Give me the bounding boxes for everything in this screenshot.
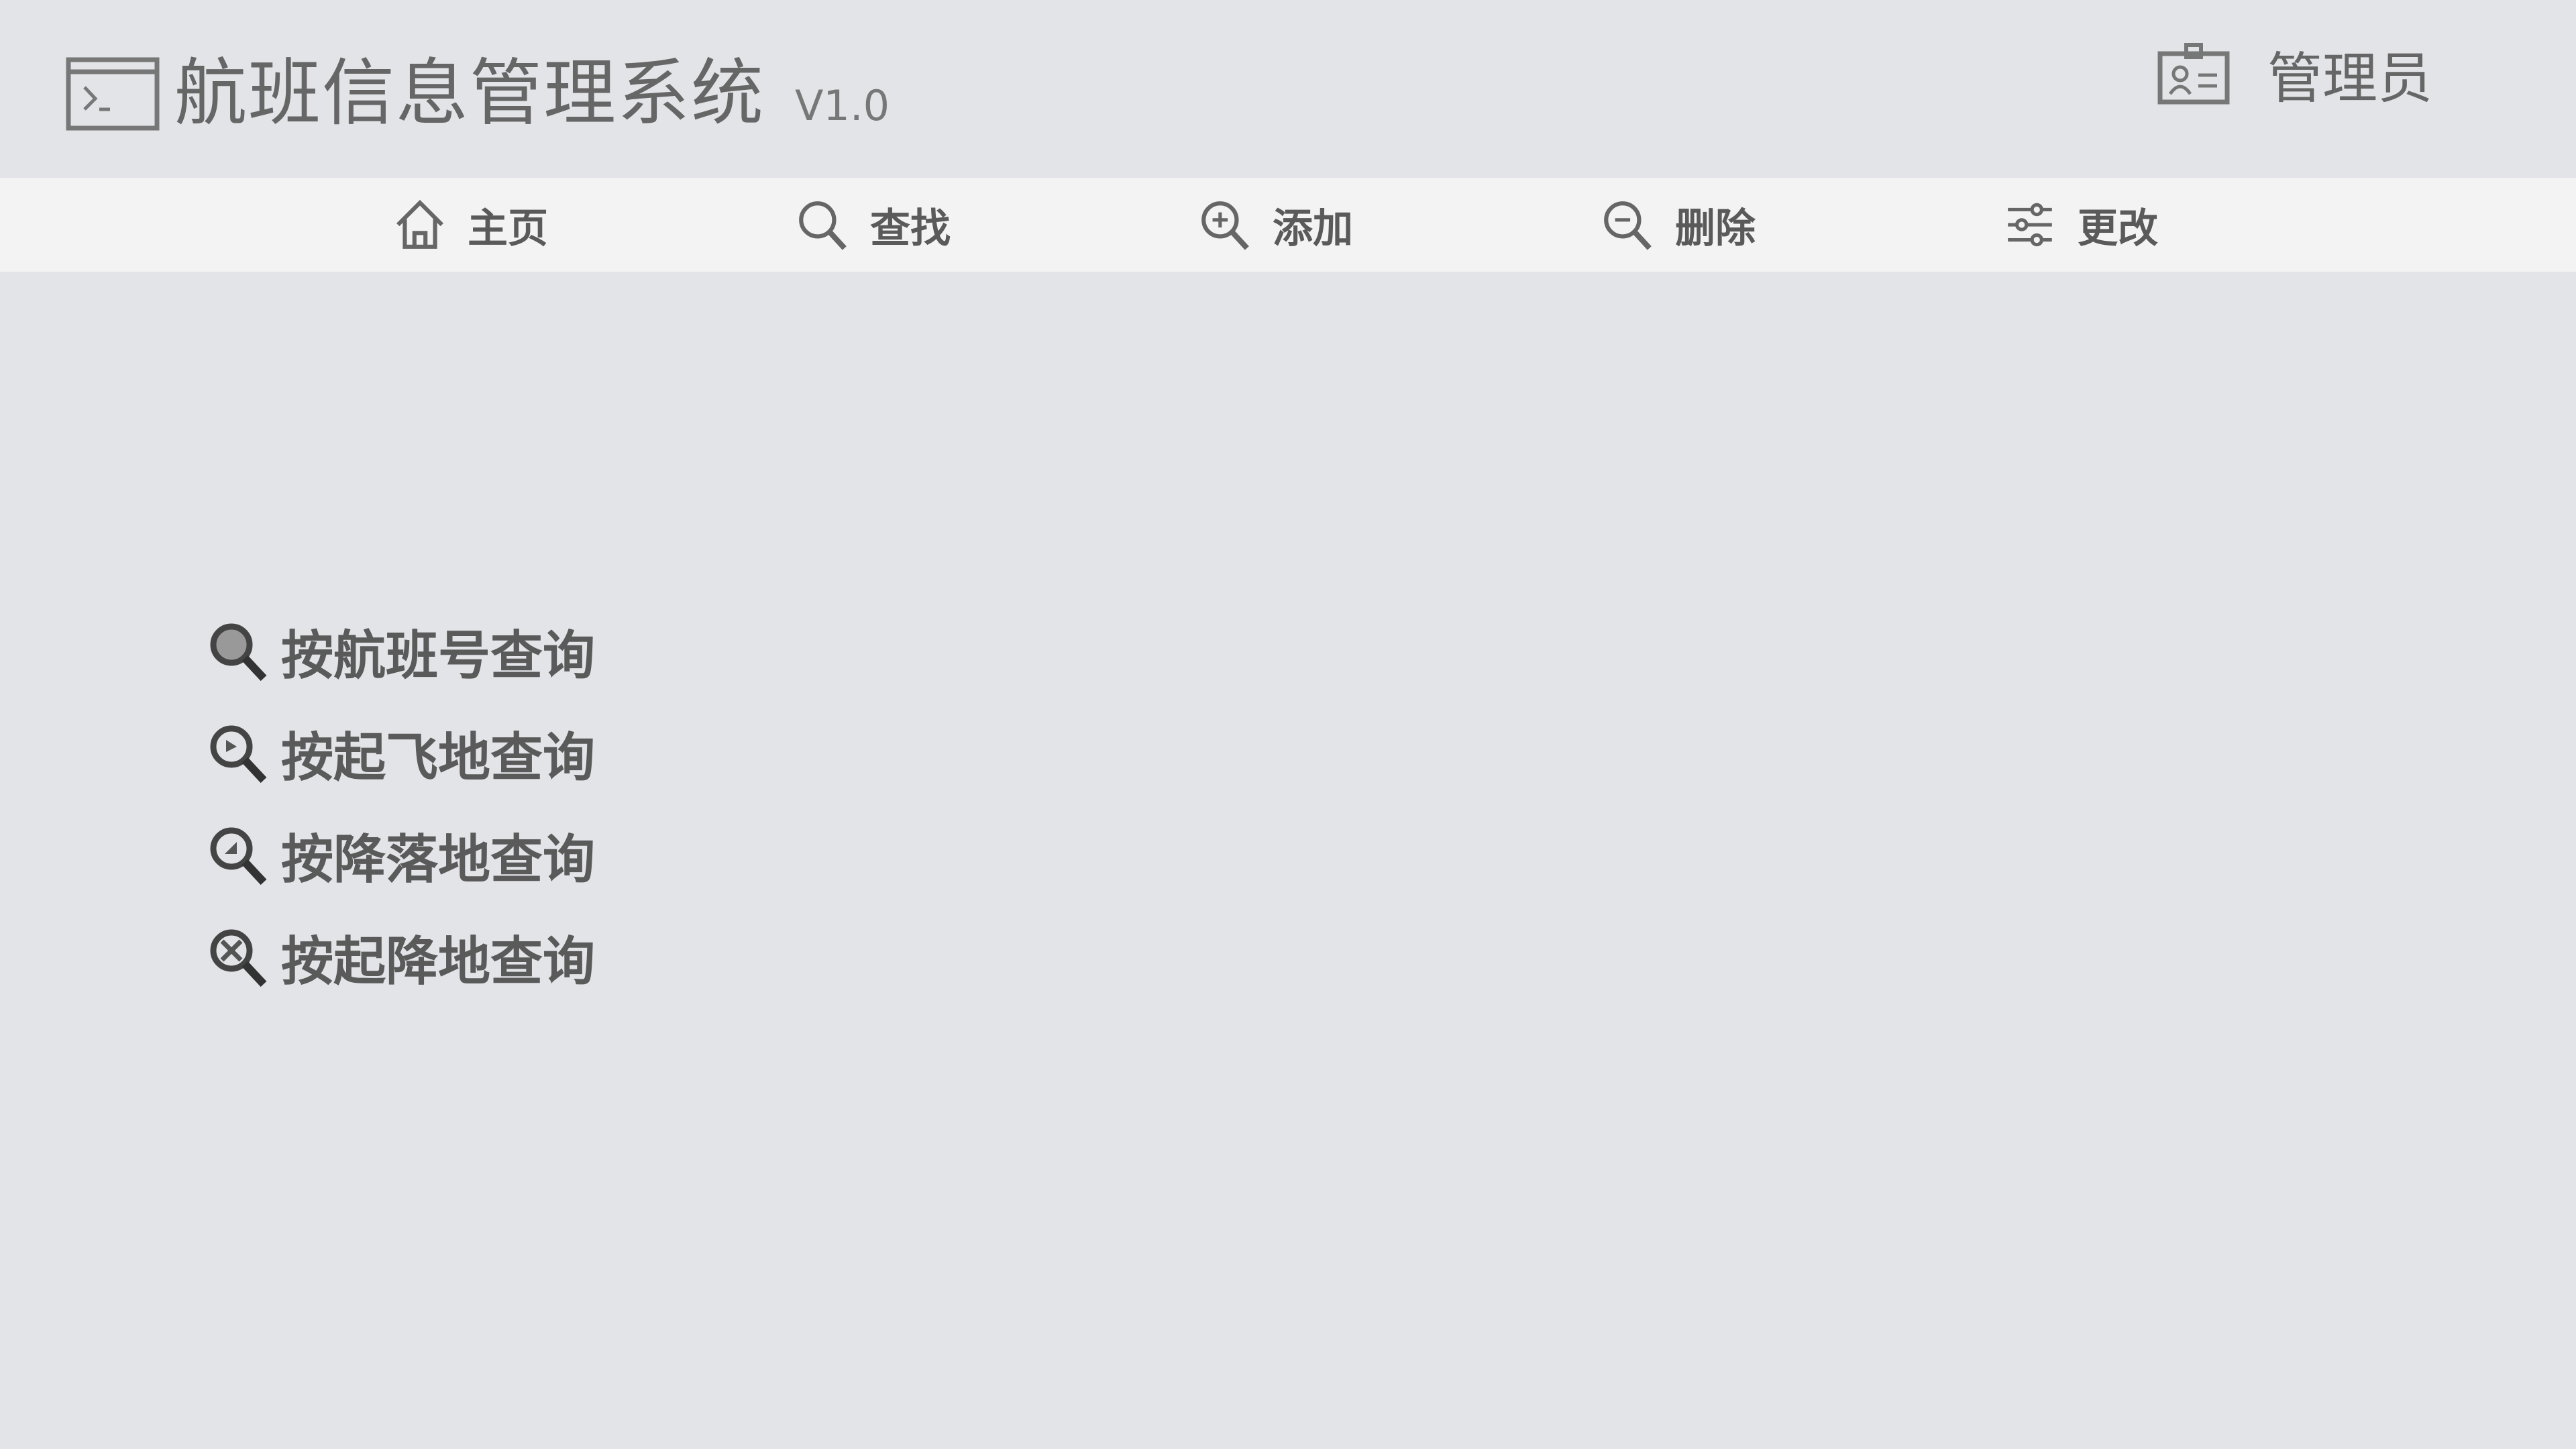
query-label: 按航班号查询 <box>281 626 596 686</box>
app-header: 航班信息管理系统 V1.0 管理员 <box>0 0 2576 178</box>
home-icon <box>396 199 443 249</box>
search-route-icon <box>210 929 267 987</box>
user-menu[interactable]: 管理员 <box>2157 34 2432 113</box>
query-by-route[interactable]: 按起降地查询 <box>205 906 595 1008</box>
terminal-icon <box>66 57 160 131</box>
nav-item-search[interactable]: 查找 <box>795 178 951 272</box>
nav-item-home[interactable]: 主页 <box>392 178 548 272</box>
nav-label: 主页 <box>468 205 548 252</box>
nav-bar: 主页 查找 添加 删除 更改 <box>0 178 2576 272</box>
search-flight-icon <box>210 623 267 682</box>
nav-label: 添加 <box>1273 205 1353 252</box>
app-version: V1.0 <box>795 81 890 130</box>
zoom-out-icon <box>1604 201 1652 250</box>
query-by-flight-number[interactable]: 按航班号查询 <box>205 600 595 702</box>
query-by-arrival[interactable]: 按降落地查询 <box>205 804 595 906</box>
id-card-icon <box>2157 43 2230 105</box>
app-title: 航班信息管理系统 <box>174 52 765 136</box>
zoom-in-icon <box>1201 201 1249 250</box>
nav-label: 删除 <box>1675 205 1756 252</box>
query-label: 按降落地查询 <box>281 830 596 890</box>
nav-item-add[interactable]: 添加 <box>1197 178 1353 272</box>
search-arrival-icon <box>210 827 267 885</box>
nav-label: 更改 <box>2078 205 2158 252</box>
sliders-icon <box>2008 203 2052 247</box>
search-icon <box>799 201 847 250</box>
query-options: 按航班号查询 按起飞地查询 按降落地查询 按起降地查询 <box>205 600 595 1008</box>
user-name: 管理员 <box>2267 47 2433 111</box>
search-departure-icon <box>210 725 267 784</box>
nav-label: 查找 <box>870 205 951 252</box>
nav-item-delete[interactable]: 删除 <box>1600 178 1756 272</box>
query-by-departure[interactable]: 按起飞地查询 <box>205 702 595 804</box>
query-label: 按起飞地查询 <box>281 728 596 788</box>
nav-item-edit[interactable]: 更改 <box>2002 178 2158 272</box>
query-label: 按起降地查询 <box>281 932 596 992</box>
